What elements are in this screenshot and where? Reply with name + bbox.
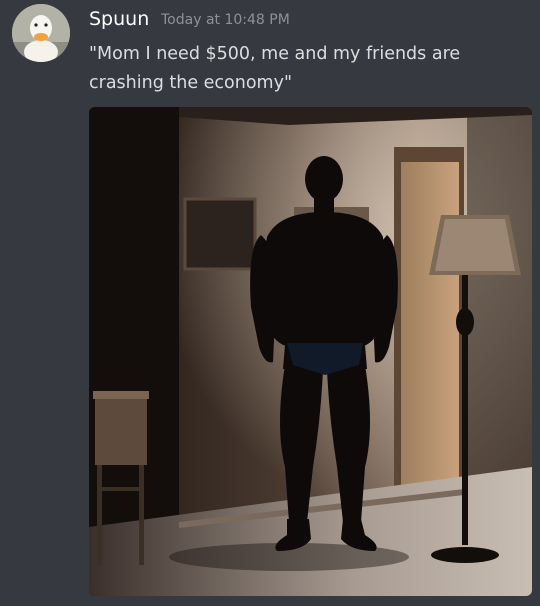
author-avatar[interactable] (12, 4, 70, 62)
photo-attachment-image (89, 107, 532, 596)
duck-avatar-icon (12, 4, 70, 62)
photo-attachment[interactable] (89, 107, 532, 596)
message-timestamp: Today at 10:48 PM (161, 12, 290, 28)
author-username[interactable]: Spuun (89, 7, 149, 31)
message-content: "Mom I need $500, me and my friends are … (89, 44, 461, 93)
